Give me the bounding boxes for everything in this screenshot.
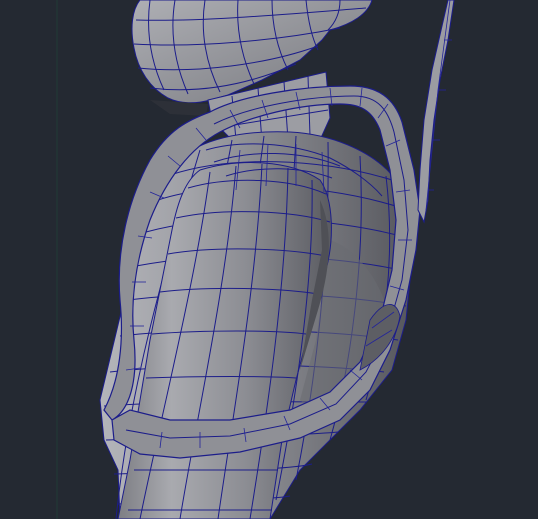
3d-viewport[interactable] bbox=[0, 0, 538, 519]
cord-mesh bbox=[417, 0, 455, 224]
wireframe-mesh-render[interactable] bbox=[0, 0, 538, 519]
